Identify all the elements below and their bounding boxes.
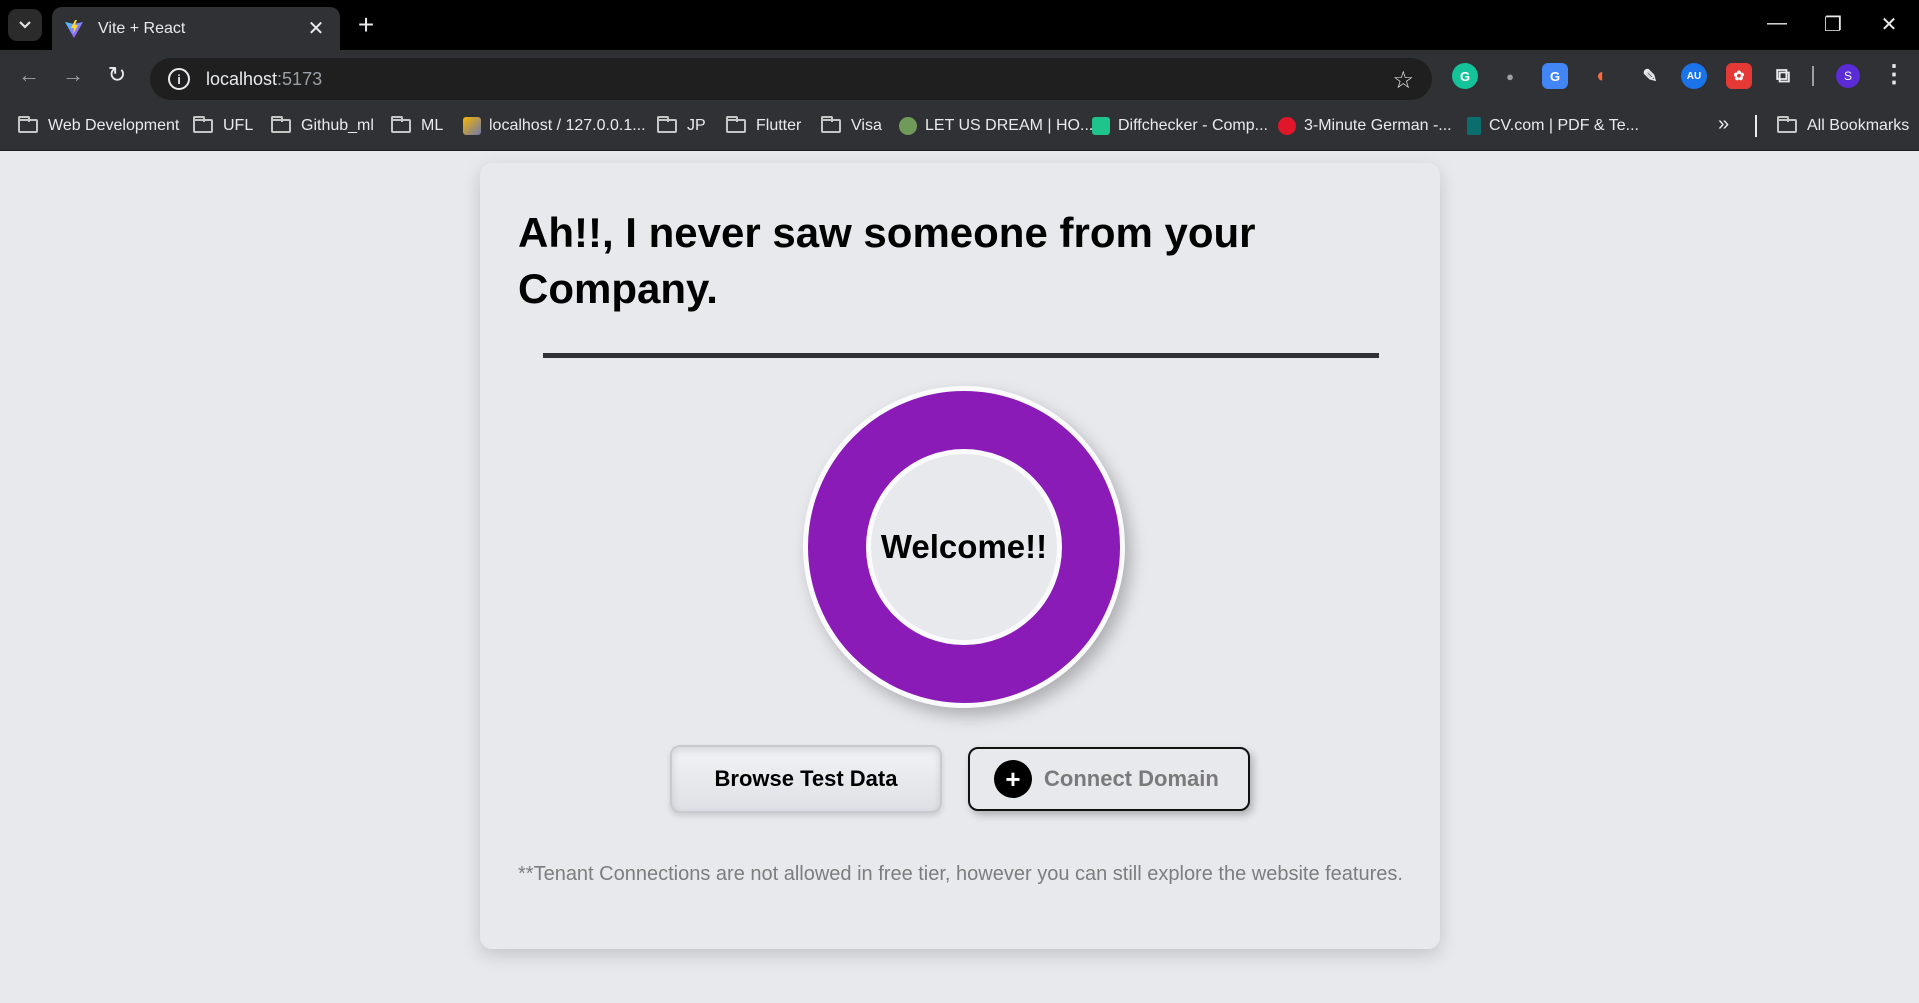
folder-icon (271, 115, 291, 133)
diffchecker-icon (1092, 116, 1110, 135)
chevron-down-icon (19, 21, 31, 29)
restore-icon[interactable]: ❐ (1818, 12, 1848, 37)
bookmark-label: Visa (851, 116, 882, 134)
folder-icon (18, 115, 38, 133)
address-bar[interactable]: i localhost:5173 ☆ (150, 58, 1432, 100)
bookmark-label: UFL (223, 116, 254, 134)
toolbar-divider (1812, 66, 1814, 86)
welcome-ring: Welcome!! (803, 386, 1125, 708)
kebab-menu-icon[interactable]: ⋮ (1882, 60, 1906, 89)
new-tab-button[interactable]: + (352, 11, 380, 39)
page-viewport: Ah!!, I never saw someone from your Comp… (0, 151, 1919, 1003)
all-bookmarks[interactable]: All Bookmarks (1777, 100, 1909, 151)
bookmark-label: ML (421, 116, 444, 134)
folder-icon (1777, 115, 1797, 133)
browse-test-data-button[interactable]: Browse Test Data (670, 745, 942, 813)
more-bookmarks-icon[interactable]: » (1718, 113, 1729, 136)
minimize-icon[interactable]: — (1762, 12, 1792, 35)
bookmark-jp[interactable]: JP (657, 100, 706, 151)
bookmarks-divider (1755, 115, 1757, 137)
bookmark-ml[interactable]: ML (391, 100, 443, 151)
office-extension-icon[interactable]: ◖ (1587, 63, 1613, 89)
welcome-ring-center: Welcome!! (866, 449, 1062, 645)
back-icon[interactable]: ← (14, 60, 44, 90)
site-info-icon[interactable]: i (168, 68, 190, 90)
bookmark-github-ml[interactable]: Github_ml (271, 100, 374, 151)
red-extension-icon[interactable]: ✿ (1726, 63, 1752, 89)
bookmark-cv[interactable]: CV.com | PDF & Te... (1467, 100, 1639, 151)
bookmark-web-development[interactable]: Web Development (18, 100, 179, 151)
welcome-card: Ah!!, I never saw someone from your Comp… (480, 163, 1440, 949)
connect-domain-label: Connect Domain (1044, 766, 1219, 791)
folder-icon (193, 115, 213, 133)
bookmark-visa[interactable]: Visa (821, 100, 882, 151)
profile-avatar[interactable]: S (1836, 64, 1860, 88)
page-title: Ah!!, I never saw someone from your Comp… (518, 209, 1256, 312)
bookmark-ribbon-icon (1467, 116, 1481, 135)
bookmark-label: LET US DREAM | HO... (925, 116, 1094, 134)
bookmark-label: Flutter (756, 116, 802, 134)
mouse-extension-icon[interactable]: ● (1497, 63, 1523, 89)
reload-icon[interactable]: ↻ (102, 60, 132, 90)
bookmark-flutter[interactable]: Flutter (726, 100, 801, 151)
bookmark-phpmyadmin[interactable]: localhost / 127.0.0.1... (463, 100, 646, 151)
extensions-puzzle-icon[interactable]: ⧉ (1770, 63, 1796, 89)
bookmark-label: Diffchecker - Comp... (1118, 116, 1268, 134)
bookmarks-bar: Web Development UFL Github_ml ML localho… (0, 100, 1919, 151)
url-port: :5173 (277, 68, 323, 89)
globe-icon (899, 116, 917, 135)
bookmark-label: JP (687, 116, 706, 134)
bookmark-label: Web Development (48, 116, 180, 134)
tab-close-icon[interactable]: ✕ (304, 19, 328, 39)
bookmark-star-icon[interactable]: ☆ (1392, 66, 1414, 95)
browser-toolbar: ← → ↻ i localhost:5173 ☆ G ● G ◖ ✎ AU ✿ … (0, 50, 1919, 100)
tab-title: Vite + React (98, 19, 186, 37)
welcome-text: Welcome!! (880, 528, 1048, 565)
forward-icon[interactable]: → (58, 60, 88, 90)
folder-icon (821, 115, 841, 133)
phpmyadmin-icon (463, 116, 481, 135)
google-translate-icon[interactable]: G (1542, 63, 1568, 89)
tab-strip: Vite + React ✕ + — ❐ ✕ (0, 0, 1919, 50)
bookmark-label: 3-Minute German -... (1304, 116, 1452, 134)
tier-note: **Tenant Connections are not allowed in … (518, 863, 1403, 885)
vite-logo-icon (65, 19, 83, 38)
heading-divider (543, 353, 1379, 358)
bookmark-german[interactable]: 3-Minute German -... (1278, 100, 1452, 151)
folder-icon (391, 115, 411, 133)
plus-icon: + (994, 760, 1032, 798)
connect-domain-button[interactable]: + Connect Domain (968, 747, 1250, 811)
bookmark-label: Github_ml (301, 116, 374, 134)
close-window-icon[interactable]: ✕ (1874, 12, 1904, 37)
grammarly-icon[interactable]: G (1452, 63, 1478, 89)
tab-search-button[interactable] (8, 9, 42, 41)
bookmark-let-us-dream[interactable]: LET US DREAM | HO... (899, 100, 1093, 151)
bookmark-label: CV.com | PDF & Te... (1489, 116, 1639, 134)
german-icon (1278, 116, 1296, 135)
browser-tab[interactable]: Vite + React ✕ (52, 7, 340, 50)
bookmark-ufl[interactable]: UFL (193, 100, 253, 151)
folder-icon (657, 115, 677, 133)
bookmark-diffchecker[interactable]: Diffchecker - Comp... (1092, 100, 1268, 151)
bookmark-label: localhost / 127.0.0.1... (489, 116, 646, 134)
eyedropper-icon[interactable]: ✎ (1637, 63, 1663, 89)
folder-icon (726, 115, 746, 133)
extension-badge-icon[interactable]: AU (1681, 63, 1707, 89)
url-host: localhost (206, 68, 278, 89)
all-bookmarks-label: All Bookmarks (1807, 116, 1910, 134)
